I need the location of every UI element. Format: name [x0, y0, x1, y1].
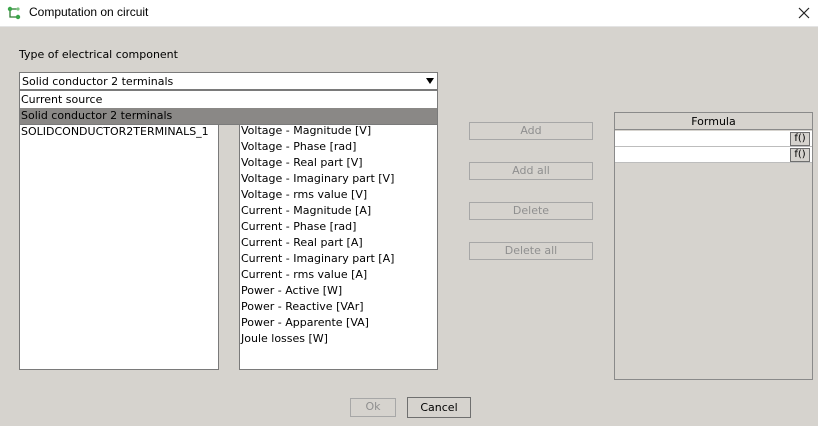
- quantity-list[interactable]: Voltage - Magnitude [V] Voltage - Phase …: [239, 90, 438, 370]
- quantity-list-item[interactable]: Joule losses [W]: [241, 331, 328, 347]
- quantity-list-item[interactable]: Power - Active [W]: [241, 283, 342, 299]
- add-all-button[interactable]: Add all: [469, 162, 593, 180]
- quantity-list-item[interactable]: Power - Reactive [VAr]: [241, 299, 364, 315]
- close-icon[interactable]: [794, 3, 814, 23]
- quantity-list-item[interactable]: Current - Real part [A]: [241, 235, 363, 251]
- quantity-list-item[interactable]: Voltage - Imaginary part [V]: [241, 171, 394, 187]
- delete-all-button[interactable]: Delete all: [469, 242, 593, 260]
- quantity-list-item[interactable]: Voltage - Magnitude [V]: [241, 123, 371, 139]
- window-title: Computation on circuit: [29, 5, 149, 19]
- component-type-label: Type of electrical component: [19, 48, 178, 61]
- dropdown-option-solid-conductor[interactable]: Solid conductor 2 terminals: [20, 108, 437, 124]
- quantity-list-item[interactable]: Current - Phase [rad]: [241, 219, 356, 235]
- cancel-button[interactable]: Cancel: [407, 397, 471, 418]
- quantity-list-item[interactable]: Current - Magnitude [A]: [241, 203, 371, 219]
- formula-column-header: Formula: [615, 113, 812, 130]
- formula-function-button[interactable]: f(): [790, 148, 810, 162]
- formula-row[interactable]: f(): [615, 131, 812, 147]
- component-list-item[interactable]: SOLIDCONDUCTOR2TERMINALS_1: [21, 124, 209, 140]
- ok-button[interactable]: Ok: [350, 398, 396, 417]
- dropdown-option-current-source[interactable]: Current source: [20, 92, 437, 108]
- chevron-down-icon[interactable]: [425, 77, 435, 85]
- formula-row[interactable]: f(): [615, 147, 812, 163]
- add-button[interactable]: Add: [469, 122, 593, 140]
- delete-button[interactable]: Delete: [469, 202, 593, 220]
- title-bar: Computation on circuit: [0, 0, 818, 27]
- component-type-select[interactable]: Solid conductor 2 terminals: [19, 72, 438, 90]
- circuit-app-icon: [7, 6, 21, 20]
- formula-table: Formula f() f(): [614, 112, 813, 380]
- quantity-list-item[interactable]: Current - rms value [A]: [241, 267, 367, 283]
- quantity-list-item[interactable]: Voltage - Real part [V]: [241, 155, 363, 171]
- quantity-list-item[interactable]: Power - Apparente [VA]: [241, 315, 369, 331]
- component-list[interactable]: SOLIDCONDUCTOR2TERMINALS_1: [19, 90, 219, 370]
- quantity-list-item[interactable]: Current - Imaginary part [A]: [241, 251, 394, 267]
- quantity-list-item[interactable]: Voltage - Phase [rad]: [241, 139, 356, 155]
- formula-function-button[interactable]: f(): [790, 132, 810, 146]
- quantity-list-item[interactable]: Voltage - rms value [V]: [241, 187, 367, 203]
- component-type-dropdown: Current source Solid conductor 2 termina…: [19, 90, 438, 125]
- component-type-selected-value: Solid conductor 2 terminals: [22, 75, 174, 88]
